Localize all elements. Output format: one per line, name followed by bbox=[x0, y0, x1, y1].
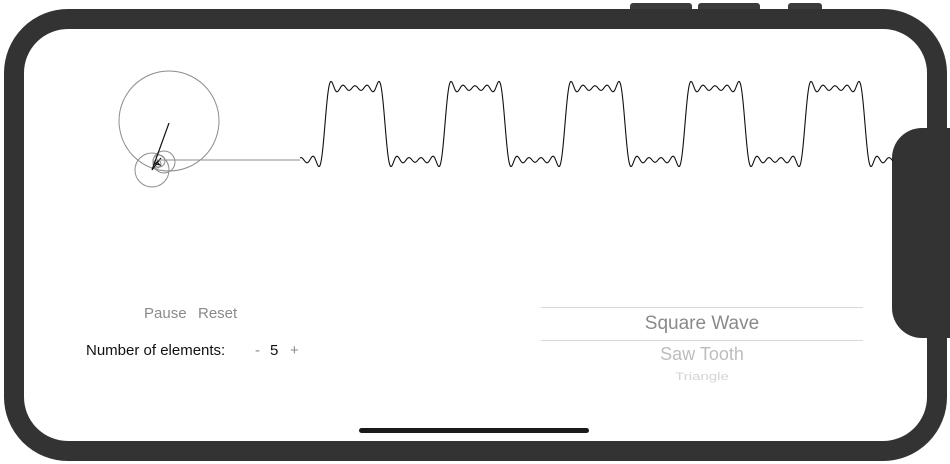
pause-button[interactable]: Pause bbox=[144, 305, 187, 323]
picker-selection-top bbox=[541, 307, 863, 308]
elements-count: 5 bbox=[270, 342, 279, 359]
picker-option-triangle[interactable]: Triangle bbox=[541, 370, 863, 383]
decrement-button[interactable]: - bbox=[255, 342, 260, 360]
picker-option-square-wave[interactable]: Square Wave bbox=[541, 313, 863, 335]
wave-type-picker[interactable]: Square Wave Saw Tooth Triangle bbox=[541, 300, 863, 386]
picker-selection-bottom bbox=[541, 340, 863, 341]
home-indicator bbox=[359, 428, 589, 433]
reset-button[interactable]: Reset bbox=[198, 305, 237, 323]
device-notch bbox=[892, 128, 950, 338]
picker-option-saw-tooth[interactable]: Saw Tooth bbox=[541, 344, 863, 365]
device-frame bbox=[4, 9, 947, 461]
elements-label: Number of elements: bbox=[86, 342, 226, 359]
increment-button[interactable]: + bbox=[290, 342, 299, 360]
